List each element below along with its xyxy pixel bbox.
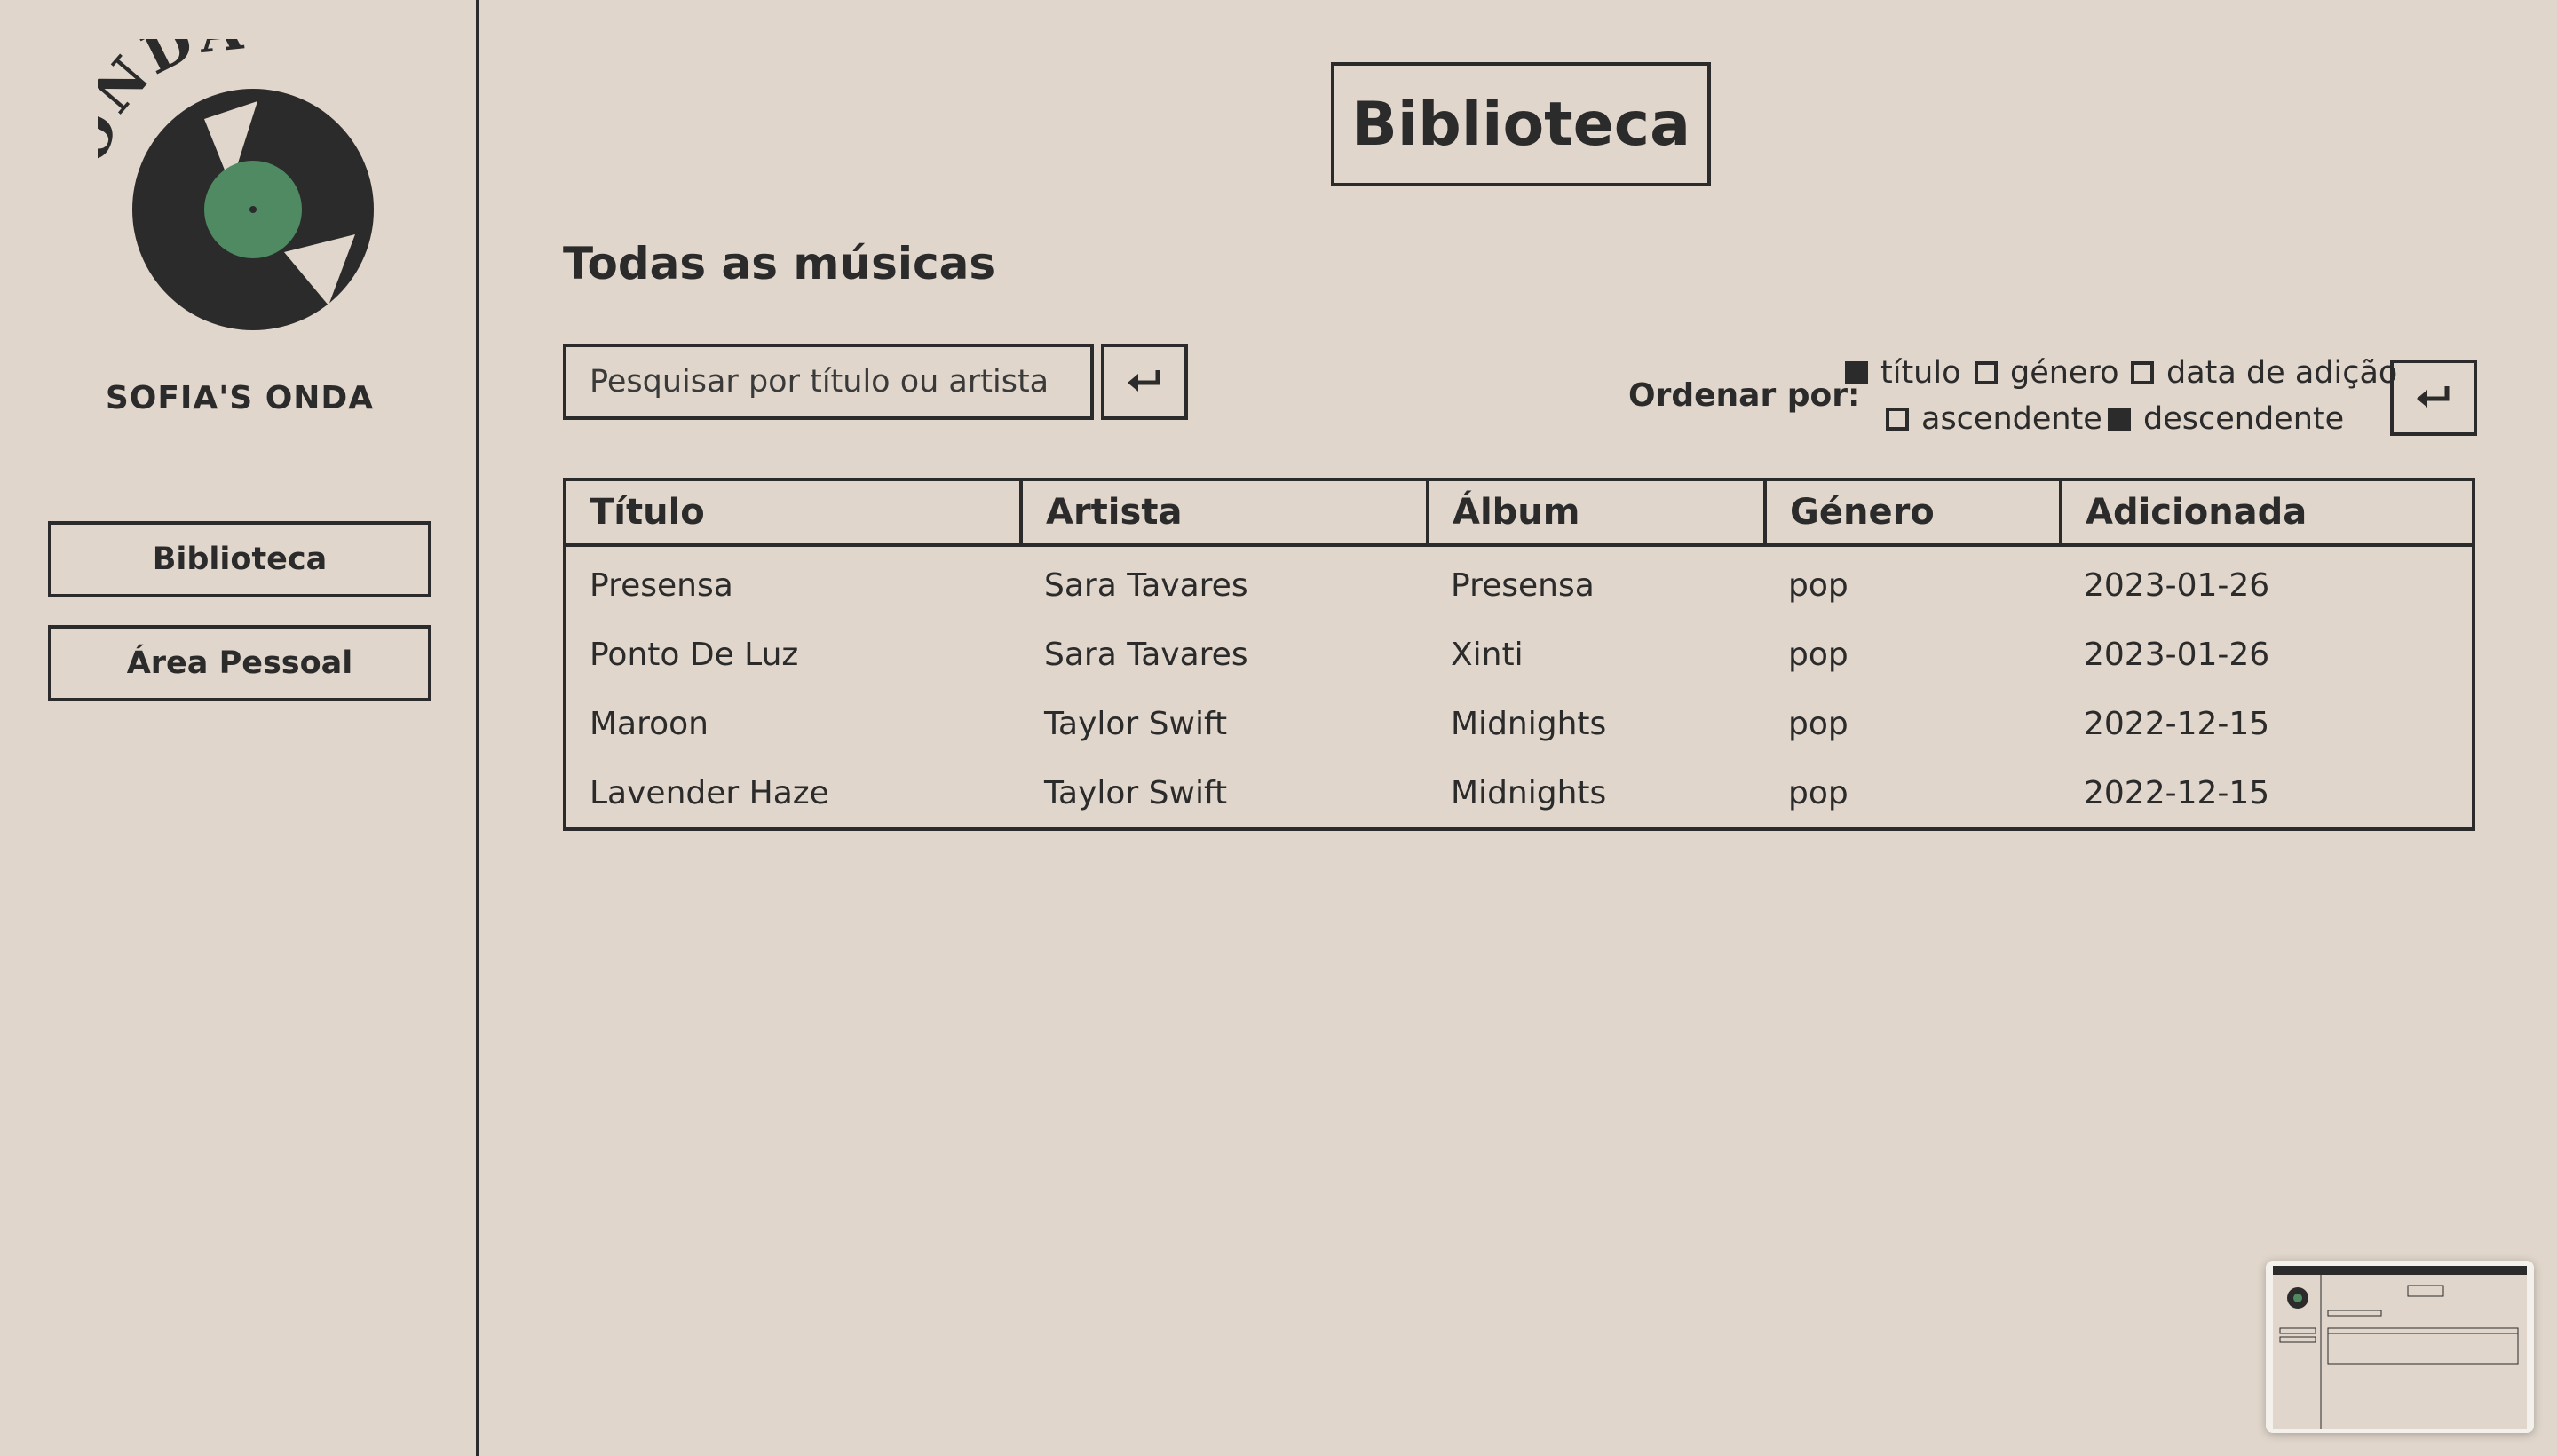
table-header-row: Título Artista Álbum Género Adicionada	[563, 478, 2475, 547]
sort-option-titulo[interactable]: título	[1845, 355, 1961, 391]
cell-adicionada: 2022-12-15	[2084, 774, 2270, 811]
cell-genero: pop	[1788, 566, 1848, 604]
nav-area-pessoal-button[interactable]: Área Pessoal	[48, 625, 431, 701]
window-preview-content	[2273, 1266, 2527, 1429]
cell-artista: Sara Tavares	[1044, 566, 1248, 604]
checkbox-titulo[interactable]	[1845, 361, 1868, 384]
cell-adicionada: 2023-01-26	[2084, 566, 2270, 604]
vinyl-logo-icon: ONDA	[98, 39, 374, 330]
sort-option-data-label: data de adição	[2166, 355, 2398, 391]
cell-genero: pop	[1788, 705, 1848, 742]
sort-submit-button[interactable]	[2390, 360, 2477, 436]
cell-titulo: Maroon	[590, 705, 709, 742]
table-row[interactable]: Presensa Sara Tavares Presensa pop 2023-…	[565, 545, 2474, 620]
cell-titulo: Presensa	[590, 566, 733, 604]
cell-adicionada: 2022-12-15	[2084, 705, 2270, 742]
cell-titulo: Ponto De Luz	[590, 636, 799, 673]
search-submit-button[interactable]	[1101, 344, 1188, 420]
cell-album: Midnights	[1451, 705, 1607, 742]
sort-option-titulo-label: título	[1880, 355, 1961, 391]
cell-adicionada: 2023-01-26	[2084, 636, 2270, 673]
main-content: Biblioteca Todas as músicas Ordenar por:…	[483, 0, 2557, 1456]
enter-icon	[1128, 370, 1160, 392]
table-row[interactable]: Ponto De Luz Sara Tavares Xinti pop 2023…	[565, 620, 2474, 689]
search-input[interactable]	[563, 344, 1094, 420]
cell-artista: Taylor Swift	[1044, 705, 1228, 742]
cell-titulo: Lavender Haze	[590, 774, 829, 811]
table-row[interactable]: Lavender Haze Taylor Swift Midnights pop…	[565, 758, 2474, 829]
cell-album: Midnights	[1451, 774, 1607, 811]
column-header-artista[interactable]: Artista	[1019, 478, 1429, 547]
table-row[interactable]: Maroon Taylor Swift Midnights pop 2022-1…	[565, 689, 2474, 758]
nav-area-pessoal-label: Área Pessoal	[126, 645, 353, 681]
sort-option-data[interactable]: data de adição	[2131, 355, 2397, 391]
checkbox-ascendente[interactable]	[1886, 408, 1909, 431]
sort-order-ascendente-label: ascendente	[1921, 401, 2102, 437]
cell-genero: pop	[1788, 636, 1848, 673]
cell-artista: Taylor Swift	[1044, 774, 1228, 811]
music-table: Título Artista Álbum Género Adicionada P…	[563, 478, 2475, 831]
sort-order-descendente-label: descendente	[2143, 401, 2345, 437]
checkbox-data[interactable]	[2131, 361, 2154, 384]
sort-option-genero-label: género	[2010, 355, 2119, 391]
window-preview-thumbnail[interactable]	[2266, 1261, 2534, 1433]
cell-genero: pop	[1788, 774, 1848, 811]
column-header-genero[interactable]: Género	[1763, 478, 2062, 547]
cell-album: Xinti	[1451, 636, 1524, 673]
section-title: Todas as músicas	[563, 238, 996, 289]
column-header-adicionada[interactable]: Adicionada	[2059, 478, 2475, 547]
sort-label: Ordenar por:	[1628, 377, 1861, 414]
sort-order-ascendente[interactable]: ascendente	[1886, 401, 2102, 437]
column-header-titulo[interactable]: Título	[563, 478, 1023, 547]
page-title: Biblioteca	[1331, 62, 1711, 186]
window-preview-graphic	[2273, 1266, 2527, 1429]
cell-album: Presensa	[1451, 566, 1595, 604]
sort-order-descendente[interactable]: descendente	[2108, 401, 2344, 437]
sidebar: ONDA SOFIA'S ONDA Biblioteca Área Pessoa…	[0, 0, 479, 1456]
nav-biblioteca-label: Biblioteca	[152, 542, 328, 577]
page-title-text: Biblioteca	[1351, 89, 1690, 160]
checkbox-descendente[interactable]	[2108, 408, 2131, 431]
nav-biblioteca-button[interactable]: Biblioteca	[48, 521, 431, 597]
cell-artista: Sara Tavares	[1044, 636, 1248, 673]
column-header-album[interactable]: Álbum	[1426, 478, 1767, 547]
enter-icon	[2417, 386, 2450, 408]
sort-option-genero[interactable]: género	[1975, 355, 2119, 391]
checkbox-genero[interactable]	[1975, 361, 1998, 384]
brand-name: SOFIA'S ONDA	[105, 380, 375, 416]
